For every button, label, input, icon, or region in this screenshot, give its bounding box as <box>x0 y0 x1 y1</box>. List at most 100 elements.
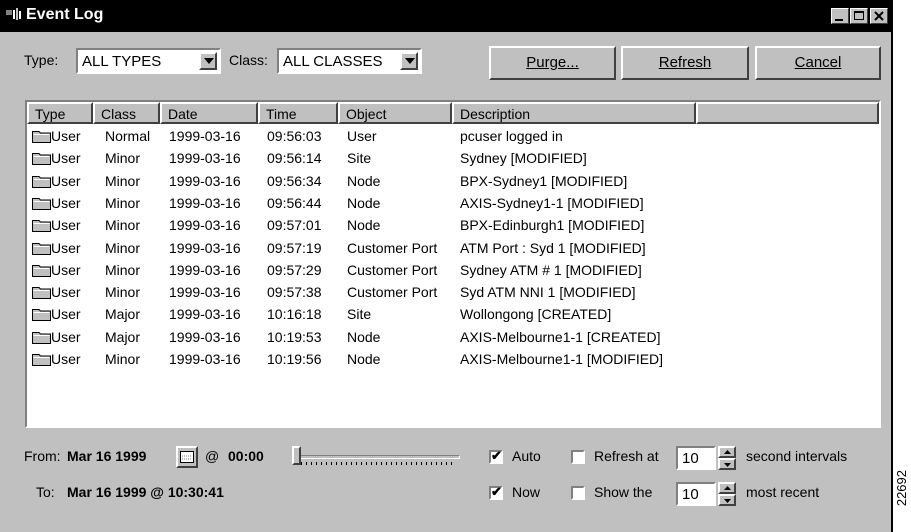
table-row[interactable]: User Normal 1999-03-16 09:56:03 User pcuser l… <box>29 126 877 148</box>
slider-thumb[interactable] <box>292 446 301 465</box>
refresh-button-label: Refresh <box>658 54 712 71</box>
slider-tick <box>406 462 407 465</box>
slider-tick <box>351 462 352 465</box>
table-row[interactable]: User Minor 1999-03-16 09:56:44 Node AXIS-Sydn… <box>29 193 877 215</box>
slider-tick <box>421 462 422 465</box>
row-date: 1999-03-16 <box>169 284 241 301</box>
show-count-input[interactable]: 10 <box>676 482 716 506</box>
row-type: User <box>51 306 81 323</box>
arrow-down-icon <box>724 463 731 467</box>
row-type: User <box>51 194 81 211</box>
row-type: User <box>51 351 81 367</box>
purge-button[interactable]: Purge... <box>489 46 616 80</box>
spin-up-button[interactable] <box>718 482 736 494</box>
class-select[interactable]: ALL CLASSES <box>277 48 422 74</box>
show-count-stepper[interactable] <box>718 482 736 506</box>
table-row[interactable]: User Major 1999-03-16 10:19:53 Node AXIS-Melb… <box>29 327 877 349</box>
row-type: User <box>51 239 81 256</box>
row-class: Major <box>105 328 141 345</box>
close-icon <box>874 11 884 21</box>
event-log-window: Event Log Type: ALL TYPES Class: ALL CLA… <box>0 0 893 532</box>
row-class: Minor <box>105 194 141 211</box>
row-class: Minor <box>105 150 141 167</box>
cancel-button[interactable]: Cancel <box>755 46 881 80</box>
slider-tick <box>331 462 332 465</box>
maximize-button[interactable] <box>850 8 868 24</box>
slider-tick <box>411 462 412 465</box>
type-label: Type: <box>24 52 59 68</box>
row-class: Minor <box>105 239 141 256</box>
table-row[interactable]: User Minor 1999-03-16 09:56:14 Site Sydney [M… <box>29 148 877 170</box>
row-class: Major <box>105 306 141 323</box>
slider-tick <box>346 462 347 465</box>
refresh-interval-stepper[interactable] <box>718 446 736 470</box>
column-header-type[interactable]: Type <box>27 102 93 124</box>
arrow-up-icon <box>724 450 731 454</box>
type-select[interactable]: ALL TYPES <box>76 48 221 74</box>
row-class: Minor <box>105 217 141 234</box>
maximize-icon <box>854 11 864 20</box>
table-row[interactable]: User Minor 1999-03-16 09:57:19 Customer Port… <box>29 238 877 260</box>
from-time: 00:00 <box>228 448 264 464</box>
time-slider[interactable] <box>292 444 462 470</box>
row-description: AXIS-Sydney1-1 [MODIFIED] <box>460 194 644 211</box>
slider-tick <box>396 462 397 465</box>
spin-up-button[interactable] <box>718 446 736 458</box>
event-list[interactable]: Type Class Date Time Object Description … <box>25 100 881 428</box>
row-object: Customer Port <box>347 261 438 278</box>
title-bar[interactable]: Event Log <box>0 0 891 32</box>
type-dropdown-button[interactable] <box>199 52 217 70</box>
refresh-at-checkbox[interactable] <box>571 450 585 464</box>
calendar-button[interactable] <box>176 446 198 468</box>
table-row[interactable]: User Minor 1999-03-16 09:57:29 Customer Port… <box>29 260 877 282</box>
row-time: 09:57:29 <box>267 261 322 278</box>
table-row[interactable]: User Minor 1999-03-16 09:57:38 Customer Port… <box>29 282 877 304</box>
window-title: Event Log <box>26 6 104 23</box>
row-type: User <box>51 284 81 301</box>
close-button[interactable] <box>870 8 888 24</box>
auto-label: Auto <box>512 448 541 464</box>
column-header-description[interactable]: Description <box>452 102 696 124</box>
auto-checkbox[interactable]: ✔ <box>489 449 503 464</box>
spin-down-button[interactable] <box>718 458 736 470</box>
show-count-value: 10 <box>682 486 699 503</box>
table-row[interactable]: User Minor 1999-03-16 09:57:01 Node BPX-Edinb… <box>29 215 877 237</box>
table-row[interactable]: User Minor 1999-03-16 09:56:34 Node BPX-Sydne… <box>29 171 877 193</box>
show-the-checkbox[interactable] <box>571 486 585 500</box>
refresh-interval-input[interactable]: 10 <box>676 446 716 470</box>
refresh-button[interactable]: Refresh <box>621 46 749 80</box>
refresh-at-label: Refresh at <box>594 448 659 464</box>
row-object: Customer Port <box>347 239 438 256</box>
from-label: From: <box>24 448 61 464</box>
row-time: 09:56:34 <box>267 172 322 189</box>
column-header-time[interactable]: Time <box>258 102 338 124</box>
to-value: Mar 16 1999 @ 10:30:41 <box>67 484 224 500</box>
slider-tick <box>431 462 432 465</box>
slider-tick <box>376 462 377 465</box>
slider-tick <box>361 462 362 465</box>
folder-icon <box>32 220 51 233</box>
slider-tick <box>446 462 447 465</box>
folder-icon <box>32 309 51 322</box>
table-row[interactable]: User Major 1999-03-16 10:16:18 Site Wollongon… <box>29 304 877 326</box>
row-date: 1999-03-16 <box>169 351 241 367</box>
folder-icon <box>32 242 51 255</box>
spin-down-button[interactable] <box>718 494 736 506</box>
column-header-date[interactable]: Date <box>160 102 258 124</box>
row-description: AXIS-Melbourne1-1 [CREATED] <box>460 328 661 345</box>
row-description: pcuser logged in <box>460 128 563 144</box>
minimize-button[interactable] <box>831 8 849 24</box>
table-row[interactable]: User Minor 1999-03-16 10:19:56 Node AXIS-Melb… <box>29 349 877 371</box>
row-class: Minor <box>105 172 141 189</box>
row-time: 09:57:19 <box>267 239 322 256</box>
row-type: User <box>51 217 81 234</box>
row-class: Minor <box>105 284 141 301</box>
column-header-object[interactable]: Object <box>338 102 452 124</box>
slider-tick <box>336 462 337 465</box>
class-dropdown-button[interactable] <box>400 52 418 70</box>
now-checkbox[interactable]: ✔ <box>489 485 503 500</box>
refresh-interval-value: 10 <box>682 450 699 467</box>
slider-tick <box>381 462 382 465</box>
column-header-class[interactable]: Class <box>93 102 160 124</box>
slider-tick <box>306 462 307 465</box>
